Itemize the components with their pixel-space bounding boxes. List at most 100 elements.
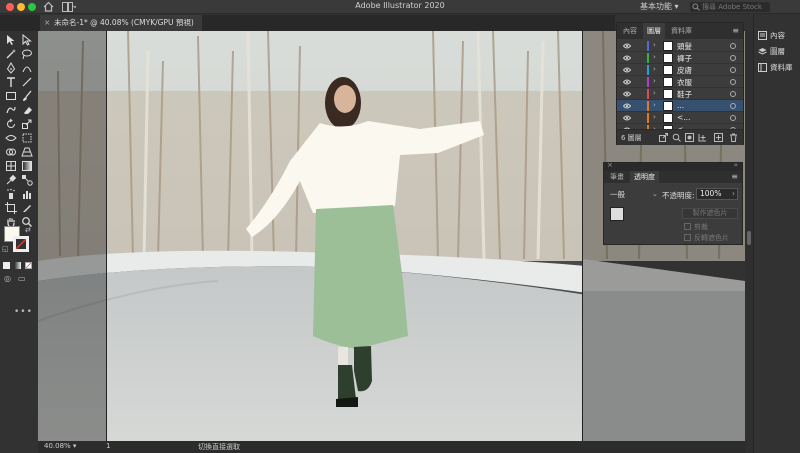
panel-menu-icon[interactable]: ≡ xyxy=(731,172,738,181)
target-icon[interactable] xyxy=(730,67,736,73)
scale-tool-icon[interactable] xyxy=(21,118,33,130)
scrollbar-thumb[interactable] xyxy=(747,231,751,245)
eye-icon[interactable] xyxy=(623,91,631,97)
blend-tool-icon[interactable] xyxy=(21,174,33,186)
eye-icon[interactable] xyxy=(623,43,631,49)
vertical-scrollbar[interactable] xyxy=(745,31,753,453)
blend-mode-select[interactable]: 一般 ⌄ xyxy=(610,189,658,200)
layer-row[interactable]: › 皮膚 xyxy=(617,64,743,76)
none-mode-icon[interactable] xyxy=(25,262,32,269)
target-icon[interactable] xyxy=(730,91,736,97)
layer-row[interactable]: ›... xyxy=(617,100,743,112)
dock-label: 資料庫 xyxy=(770,63,793,72)
magic-wand-tool-icon[interactable] xyxy=(5,48,17,60)
chevron-right-icon[interactable]: › xyxy=(653,77,656,85)
screen-mode-icon[interactable]: ▭ xyxy=(18,274,26,283)
pen-tool-icon[interactable] xyxy=(5,62,17,74)
chevron-right-icon[interactable]: › xyxy=(653,65,656,73)
artboard[interactable] xyxy=(106,31,583,441)
zoom-level-select[interactable]: 40.08% ▾ xyxy=(44,442,76,450)
eraser-tool-icon[interactable] xyxy=(21,104,33,116)
new-layer-icon[interactable] xyxy=(714,133,723,142)
curvature-tool-icon[interactable] xyxy=(21,62,33,74)
shape-builder-tool-icon[interactable] xyxy=(5,146,17,158)
tab-transparency[interactable]: 透明度 xyxy=(630,171,659,183)
swap-fill-stroke-icon[interactable]: ⇄ xyxy=(25,226,31,234)
chevron-right-icon[interactable]: › xyxy=(653,53,656,61)
artboard-tool-icon[interactable] xyxy=(5,202,17,214)
slice-tool-icon[interactable] xyxy=(21,202,33,214)
clip-checkbox[interactable]: 剪裁 xyxy=(684,222,708,232)
edit-toolbar-icon[interactable]: ••• xyxy=(14,307,33,317)
layer-row[interactable]: › 衣服 xyxy=(617,76,743,88)
gradient-mode-icon[interactable] xyxy=(14,262,21,269)
canvas[interactable] xyxy=(38,31,615,441)
artboard-navigator[interactable]: 1 xyxy=(106,442,110,450)
eye-icon[interactable] xyxy=(623,55,631,61)
eye-icon[interactable] xyxy=(623,103,631,109)
search-icon xyxy=(692,3,700,11)
chevron-right-icon[interactable]: › xyxy=(653,113,656,121)
rectangle-tool-icon[interactable] xyxy=(5,90,17,102)
close-panel-icon[interactable]: × xyxy=(607,161,613,169)
invert-mask-checkbox[interactable]: 反轉遮色片 xyxy=(684,233,729,243)
eye-icon[interactable] xyxy=(623,79,631,85)
default-fill-stroke-icon[interactable]: ◱ xyxy=(2,245,9,253)
column-graph-tool-icon[interactable] xyxy=(21,188,33,200)
shaper-tool-icon[interactable] xyxy=(5,104,17,116)
opacity-field[interactable]: 100% › xyxy=(696,188,738,200)
paintbrush-tool-icon[interactable] xyxy=(21,90,33,102)
layer-row[interactable]: › <... xyxy=(617,112,743,124)
free-transform-tool-icon[interactable] xyxy=(21,132,33,144)
clipping-mask-icon[interactable] xyxy=(685,133,694,142)
direct-selection-tool-icon[interactable] xyxy=(21,34,33,46)
locate-object-icon[interactable] xyxy=(672,133,681,142)
workspace-switcher[interactable]: 基本功能 ▾ xyxy=(640,1,679,12)
document-tab[interactable]: × 未命名-1* @ 40.08% (CMYK/GPU 預視) xyxy=(40,15,202,31)
tab-libraries[interactable]: 資料庫 xyxy=(667,23,696,39)
panel-menu-icon[interactable]: ≡ xyxy=(732,26,739,35)
drawing-modes-icon[interactable]: ◎ xyxy=(4,274,11,283)
stroke-color-swatch[interactable] xyxy=(13,236,29,252)
width-tool-icon[interactable] xyxy=(5,132,17,144)
type-tool-icon[interactable] xyxy=(5,76,17,88)
make-mask-button[interactable]: 製作遮色片 xyxy=(682,208,738,219)
chevron-right-icon[interactable]: › xyxy=(653,89,656,97)
line-segment-tool-icon[interactable] xyxy=(21,76,33,88)
eye-icon[interactable] xyxy=(623,67,631,73)
tab-layers[interactable]: 圖層 xyxy=(643,23,665,39)
layer-color-indicator xyxy=(647,41,649,51)
tab-stroke[interactable]: 筆畫 xyxy=(606,171,628,183)
target-icon[interactable] xyxy=(730,103,736,109)
collapse-panel-icon[interactable]: » xyxy=(734,161,738,169)
eyedropper-tool-icon[interactable] xyxy=(5,174,17,186)
layer-row[interactable]: › 鞋子 xyxy=(617,88,743,100)
layer-row[interactable]: › 頭髮 xyxy=(617,40,743,52)
dock-libraries[interactable]: 資料庫 xyxy=(758,62,800,74)
symbol-sprayer-tool-icon[interactable] xyxy=(5,188,17,200)
gradient-tool-icon[interactable] xyxy=(21,160,33,172)
target-icon[interactable] xyxy=(730,43,736,49)
target-icon[interactable] xyxy=(730,79,736,85)
rotate-tool-icon[interactable] xyxy=(5,118,17,130)
eye-icon[interactable] xyxy=(623,115,631,121)
export-icon[interactable] xyxy=(659,133,668,142)
chevron-right-icon[interactable]: › xyxy=(653,101,656,109)
lasso-tool-icon[interactable] xyxy=(21,48,33,60)
selection-tool-icon[interactable] xyxy=(5,34,17,46)
layer-row[interactable]: › 褲子 xyxy=(617,52,743,64)
color-mode-icon[interactable] xyxy=(3,262,10,269)
tab-properties[interactable]: 內容 xyxy=(619,23,641,39)
mesh-tool-icon[interactable] xyxy=(5,160,17,172)
search-stock-input[interactable]: 搜尋 Adobe Stock xyxy=(690,2,770,12)
new-sublayer-icon[interactable] xyxy=(698,133,707,142)
panel-header-bar[interactable]: × » xyxy=(604,161,742,171)
close-tab-icon[interactable]: × xyxy=(44,15,50,31)
target-icon[interactable] xyxy=(730,55,736,61)
dock-properties[interactable]: 內容 xyxy=(758,30,800,42)
perspective-grid-tool-icon[interactable] xyxy=(21,146,33,158)
delete-layer-icon[interactable] xyxy=(729,133,738,142)
dock-layers[interactable]: 圖層 xyxy=(758,46,800,58)
target-icon[interactable] xyxy=(730,115,736,121)
chevron-right-icon[interactable]: › xyxy=(653,41,656,49)
